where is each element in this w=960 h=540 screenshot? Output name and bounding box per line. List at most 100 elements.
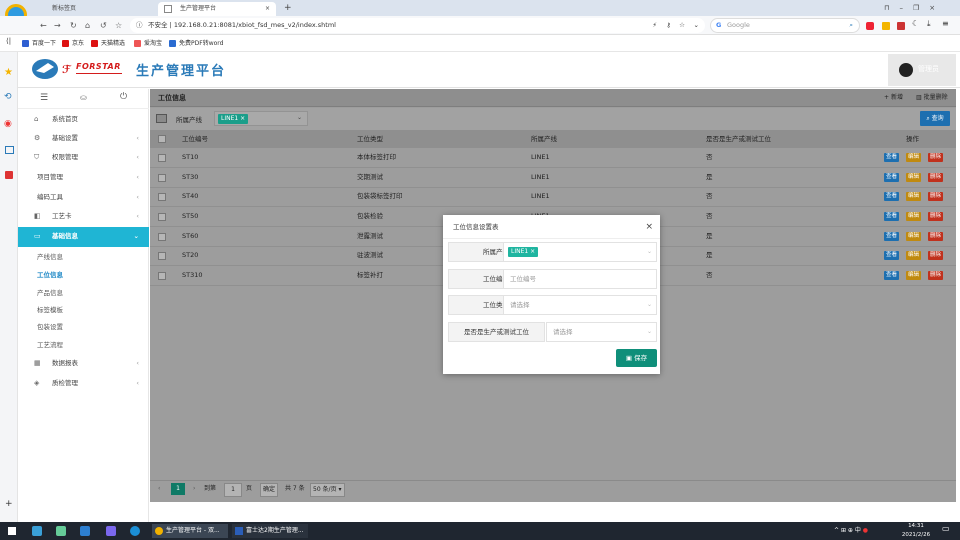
download-icon[interactable]: ⤓ [927,19,931,29]
sidebar-item-basic-info[interactable]: ▭ 基础信息 ⌄ [18,227,149,247]
edit-button[interactable]: 编辑 [906,232,922,241]
tray-chevron-icon[interactable]: ^ [834,527,839,534]
bolt-icon[interactable]: ⚡ [652,18,657,33]
sidebar-item-basic-settings[interactable]: ⚙ 基础设置 ‹ [18,129,149,148]
sidebar-subitem-process-flow[interactable]: 工艺流程 [18,336,149,354]
sidebar-toggle-icon[interactable]: ⟨| [6,37,11,45]
query-button[interactable]: ⌕ 查询 [920,111,950,126]
delete-button[interactable]: 删除 [928,271,944,280]
edit-button[interactable]: 编辑 [906,173,922,182]
tab-active[interactable]: 生产管理平台 × [158,2,276,16]
bookmark-item[interactable]: 天猫精选 [91,37,125,50]
app-tray-icon[interactable]: ● [863,527,868,534]
new-tab-button[interactable]: + [284,2,292,14]
station-code-input[interactable]: 工位编号 [503,269,657,289]
search-box[interactable]: G Google ⌕ [710,18,860,33]
save-button[interactable]: ▣ 保存 [616,349,657,367]
row-checkbox[interactable] [158,154,166,162]
view-button[interactable]: 查看 [884,212,900,221]
forward-icon[interactable]: → [54,16,61,35]
view-button[interactable]: 查看 [884,232,900,241]
view-button[interactable]: 查看 [884,173,900,182]
windows-start-icon[interactable] [8,527,16,535]
station-type-select[interactable]: 请选择 ⌄ [503,295,657,315]
page-input[interactable]: 1 [224,483,242,497]
weibo-icon[interactable]: ◉ [4,119,12,129]
sidebar-item-permissions[interactable]: ⛉ 权限管理 ‹ [18,148,149,167]
delete-button[interactable]: 删除 [928,251,944,260]
sidebar-item-projects[interactable]: 项目管理 ‹ [18,168,149,187]
reader-icon[interactable] [5,146,14,154]
prev-page-icon[interactable]: ‹ [158,483,160,495]
info-icon[interactable]: ⓘ [136,18,143,33]
notification-icon[interactable]: ▭ [942,524,950,533]
delete-button[interactable]: 删除 [928,192,944,201]
remove-tag-icon[interactable]: × [240,115,245,122]
extension-grid-icon[interactable] [882,22,890,30]
minimize-icon[interactable]: – [899,4,913,12]
line-select[interactable]: LINE1 × ⌄ [214,111,308,126]
menu-icon[interactable]: ≡ [942,19,949,28]
delete-button[interactable]: 删除 [928,212,944,221]
next-page-icon[interactable]: › [193,483,195,495]
power-icon[interactable]: ⏻ [120,92,127,102]
edit-button[interactable]: 编辑 [906,271,922,280]
taskbar-app-icon[interactable] [106,526,116,536]
production-station-select[interactable]: 请选择 ⌄ [546,322,657,342]
filter-toggle-icon[interactable] [156,114,167,123]
address-bar[interactable]: ⓘ 不安全 | 192.168.0.21:8081/xbiot_fsd_mes_… [130,18,705,33]
theme-icon[interactable]: ⛀ [80,93,87,102]
view-button[interactable]: 查看 [884,192,900,201]
key-icon[interactable]: ⚷ [666,18,671,33]
history-icon[interactable]: ⟲ [4,92,12,102]
extension-book-icon[interactable] [897,22,905,30]
sidebar-subitem-packaging[interactable]: 包装设置 [18,318,149,336]
close-tab-icon[interactable]: × [265,2,270,16]
row-checkbox[interactable] [158,174,166,182]
delete-button[interactable]: 删除 [928,232,944,241]
sidebar-subitem-label-template[interactable]: 标签模板 [18,301,149,319]
remove-tag-icon[interactable]: × [530,248,535,255]
pin-icon[interactable]: ⊓ [884,4,899,12]
sidebar-item-reports[interactable]: ▦ 数据报表 ‹ [18,354,149,373]
favorite-icon[interactable]: ☆ [679,18,685,33]
row-checkbox[interactable] [158,213,166,221]
view-button[interactable]: 查看 [884,153,900,162]
batch-delete-button[interactable]: ▥ 批量删除 [916,89,948,107]
star-icon[interactable]: ☆ [115,16,122,35]
taskbar-app-icon[interactable] [32,526,42,536]
app-red-icon[interactable] [5,171,13,179]
taskbar-app-icon[interactable] [56,526,66,536]
bookmark-item[interactable]: 爱淘宝 [134,37,162,50]
sidebar-item-coding-tools[interactable]: 编码工具 ‹ [18,188,149,207]
taskbar-app-icon[interactable] [80,526,90,536]
current-page[interactable]: 1 [171,483,185,495]
view-button[interactable]: 查看 [884,271,900,280]
reload-icon[interactable]: ↻ [70,16,77,35]
line-tag[interactable]: LINE1 × [508,247,539,257]
back-icon[interactable]: ← [40,16,47,35]
bookmark-item[interactable]: 免费PDF转word [169,37,223,50]
edit-button[interactable]: 编辑 [906,192,922,201]
row-checkbox[interactable] [158,233,166,241]
home-icon[interactable]: ⌂ [85,16,90,35]
bookmark-item[interactable]: 京东 [62,37,84,50]
edit-button[interactable]: 编辑 [906,153,922,162]
tab-new-tab[interactable]: 新标签页 [30,2,148,16]
line-select-field[interactable]: LINE1 × ⌄ [503,242,657,262]
add-button[interactable]: + 新增 [884,89,903,107]
night-mode-icon[interactable]: ☾ [912,19,919,28]
close-icon[interactable]: × [645,215,653,239]
row-checkbox[interactable] [158,272,166,280]
view-button[interactable]: 查看 [884,251,900,260]
line-tag[interactable]: LINE1 × [218,114,249,124]
bookmark-item[interactable]: 百度一下 [22,37,56,50]
row-checkbox[interactable] [158,193,166,201]
delete-button[interactable]: 删除 [928,173,944,182]
sidebar-item-home[interactable]: ⌂ 系统首页 [18,110,149,129]
network-icon[interactable]: ⊞ [841,527,846,534]
restore-icon[interactable]: ❐ [913,4,929,12]
taskbar-item-word[interactable]: 富士达2期生产管理... [232,524,308,538]
confirm-button[interactable]: 确定 [260,483,279,497]
page-size-select[interactable]: 50 条/页 ▾ [310,483,345,497]
